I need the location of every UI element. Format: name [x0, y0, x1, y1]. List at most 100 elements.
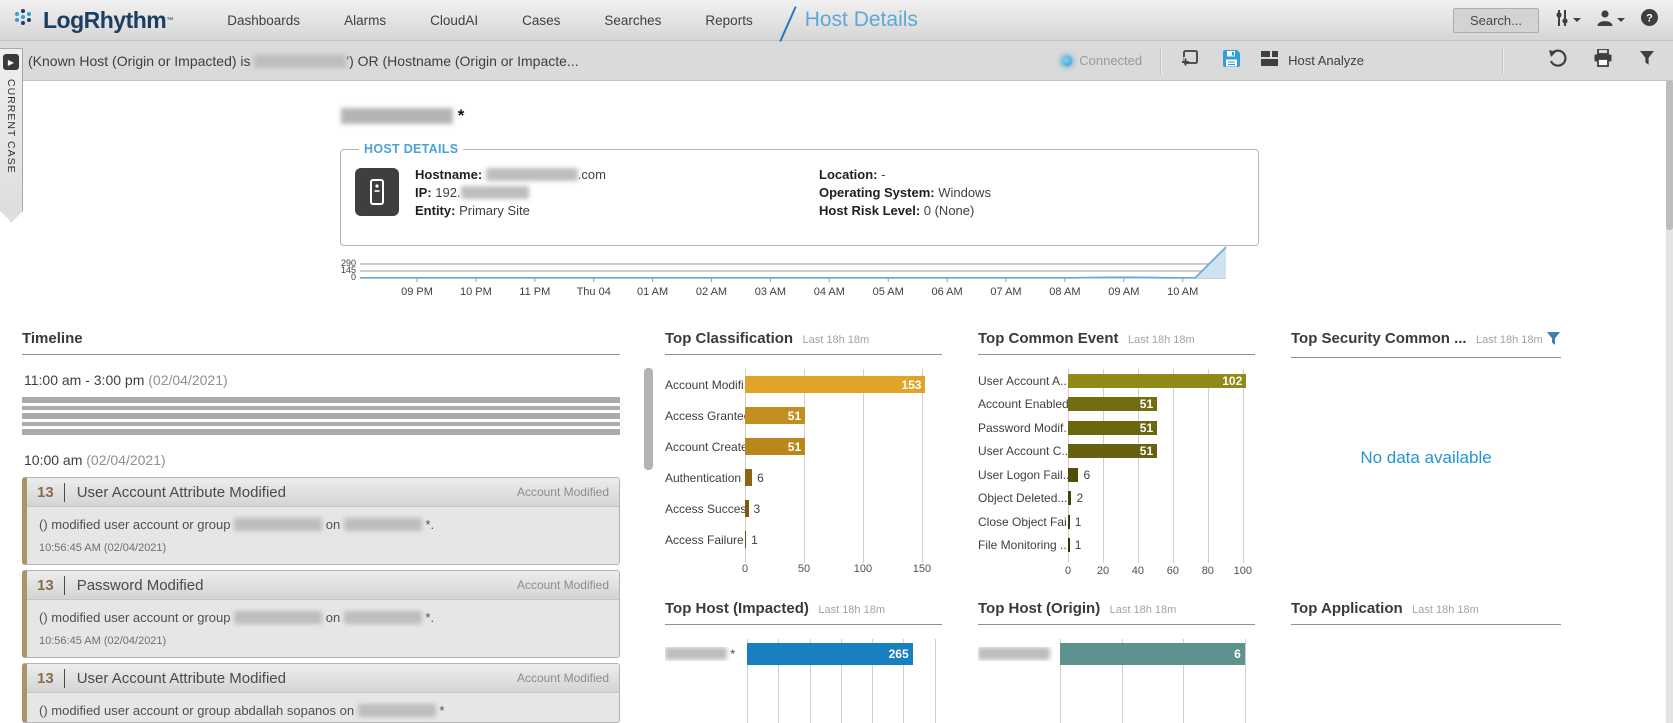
bar-value: 6: [1083, 468, 1090, 482]
bar[interactable]: 153: [745, 376, 925, 393]
bar-row: Close Object Fai...1: [978, 510, 1255, 534]
bar[interactable]: 6: [1060, 643, 1245, 665]
bar-row: Authentication ...6: [665, 462, 942, 493]
bar[interactable]: 102: [1068, 374, 1246, 388]
nav-item-cloudai[interactable]: CloudAI: [430, 13, 478, 28]
x-axis: 050100150: [745, 563, 942, 578]
bar-category-label: Password Modif...: [978, 421, 1068, 435]
timeline-group-header[interactable]: 10:00 am (02/04/2021): [24, 452, 620, 468]
user-icon: [1596, 9, 1614, 32]
panel-filter-funnel-icon[interactable]: [1546, 331, 1561, 351]
current-case-tab[interactable]: ▶ CURRENT CASE: [0, 48, 23, 222]
bar-value: 1: [1075, 538, 1082, 552]
host-analyze-button[interactable]: Host Analyze: [1261, 51, 1364, 71]
host-title-asterisk: *: [458, 106, 465, 125]
bar[interactable]: [1068, 515, 1070, 529]
timeline-scrollbar[interactable]: [644, 368, 653, 470]
save-search-button[interactable]: [1222, 49, 1241, 73]
host-fields-left: Hostname: .comIP: 192.Entity: Primary Si…: [415, 166, 606, 220]
user-menu[interactable]: [1596, 9, 1625, 32]
bar[interactable]: [745, 500, 749, 517]
nav-item-reports[interactable]: Reports: [705, 13, 752, 28]
nav-item-searches[interactable]: Searches: [604, 13, 661, 28]
main-content: * HOST DETAILS Hostname: .comIP: 192.Ent…: [0, 80, 1666, 723]
bar[interactable]: 265: [747, 643, 913, 665]
panel-header: Top Classification Last 18h 18m: [665, 330, 942, 355]
bar[interactable]: [1068, 491, 1071, 505]
redacted-text: [344, 611, 422, 624]
x-axis-tick: 10 AM: [1167, 286, 1198, 298]
nav-item-cases[interactable]: Cases: [522, 13, 560, 28]
top-host-origin-chart: 6: [978, 639, 1255, 669]
x-axis: 020406080100: [1068, 565, 1255, 580]
timeline-collapsed-rows[interactable]: [22, 397, 620, 435]
timeline-event-card[interactable]: 13User Account Attribute ModifiedAccount…: [22, 663, 620, 723]
event-timestamp: 10:56:45 AM (02/04/2021): [27, 536, 619, 564]
top-host-impacted-chart: *265: [665, 639, 942, 669]
nav-item-dashboards[interactable]: Dashboards: [227, 13, 300, 28]
bar-value: 153: [901, 378, 925, 392]
top-classification-panel: Top Classification Last 18h 18m Account …: [665, 330, 942, 578]
event-classification: Account Modified: [517, 671, 609, 685]
top-navbar: LogRhythm ™ Dashboards Alarms CloudAI Cases…: [0, 0, 1673, 41]
panel-title: Top Classification: [665, 330, 793, 347]
top-host-origin-panel: Top Host (Origin) Last 18h 18m 6: [978, 600, 1255, 669]
bar[interactable]: 51: [1068, 444, 1157, 458]
timeline-body: 11:00 am - 3:00 pm (02/04/2021) 10:00 am …: [22, 372, 620, 723]
navbar-right: Search...: [1453, 8, 1673, 33]
timeline-event-card[interactable]: 13Password ModifiedAccount Modified() mo…: [22, 570, 620, 658]
host-field: Entity: Primary Site: [415, 202, 606, 220]
bar[interactable]: [745, 469, 752, 486]
bar[interactable]: 51: [745, 438, 805, 455]
page-scrollbar-thumb[interactable]: [1666, 80, 1673, 230]
x-axis-tick: 11 PM: [519, 286, 550, 298]
add-to-case-button[interactable]: [1180, 48, 1200, 73]
filter-button[interactable]: [1639, 50, 1655, 71]
filter-options-menu[interactable]: [1554, 9, 1581, 32]
undo-button[interactable]: [1548, 49, 1567, 72]
timeline-group-header[interactable]: 11:00 am - 3:00 pm (02/04/2021): [24, 372, 620, 388]
host-fields-right: Location: -Operating System: WindowsHost…: [819, 166, 991, 220]
bar-value: 2: [1076, 491, 1083, 505]
panel-title: Top Host (Origin): [978, 600, 1100, 617]
host-field: Location: -: [819, 166, 991, 184]
play-icon: ▶: [3, 54, 19, 70]
add-to-case-icon: [1180, 48, 1200, 73]
event-card-header: 13Password ModifiedAccount Modified: [27, 571, 619, 600]
no-data-message: No data available: [1291, 448, 1561, 468]
bar[interactable]: [1068, 538, 1070, 552]
save-icon: [1222, 49, 1241, 73]
host-field: Hostname: .com: [415, 166, 606, 184]
panel-title: Top Common Event: [978, 330, 1119, 347]
bar[interactable]: [745, 531, 746, 548]
svg-text:?: ?: [1646, 13, 1653, 25]
y-axis-tick: 0: [330, 273, 356, 282]
nav-item-alarms[interactable]: Alarms: [344, 13, 386, 28]
help-button[interactable]: ?: [1640, 8, 1659, 32]
bar[interactable]: 51: [1068, 397, 1157, 411]
top-application-panel: Top Application Last 18h 18m: [1291, 600, 1561, 625]
print-button[interactable]: [1593, 49, 1613, 72]
bar-category-label: User Account A...: [978, 374, 1068, 388]
panel-range: Last 18h 18m: [1128, 334, 1195, 346]
search-button[interactable]: Search...: [1453, 8, 1539, 33]
redacted-text: [234, 611, 322, 624]
event-classification: Account Modified: [517, 578, 609, 592]
page-scrollbar[interactable]: [1666, 80, 1673, 723]
bar[interactable]: [1068, 468, 1078, 482]
main-nav: Dashboards Alarms CloudAI Cases Searches Repo…: [227, 13, 752, 28]
filter-bar: (Known Host (Origin or Impacted) is ') O…: [0, 41, 1673, 81]
logrhythm-logo[interactable]: LogRhythm ™: [12, 5, 173, 36]
timeline-event-card[interactable]: 13User Account Attribute ModifiedAccount…: [22, 477, 620, 565]
bar[interactable]: 51: [1068, 421, 1157, 435]
bar-category-label: User Account C...: [978, 444, 1068, 458]
connected-label: Connected: [1079, 53, 1142, 68]
search-query[interactable]: (Known Host (Origin or Impacted) is ') O…: [28, 53, 579, 69]
sliders-icon: [1554, 9, 1570, 32]
bar-row: 6: [978, 639, 1255, 669]
bar[interactable]: 51: [745, 407, 805, 424]
bar-category-label: User Logon Fail...: [978, 468, 1068, 482]
filter-bar-tools: [1548, 49, 1655, 72]
event-description: () modified user account or group abdall…: [27, 693, 619, 722]
panel-range: Last 18h 18m: [1476, 334, 1543, 346]
